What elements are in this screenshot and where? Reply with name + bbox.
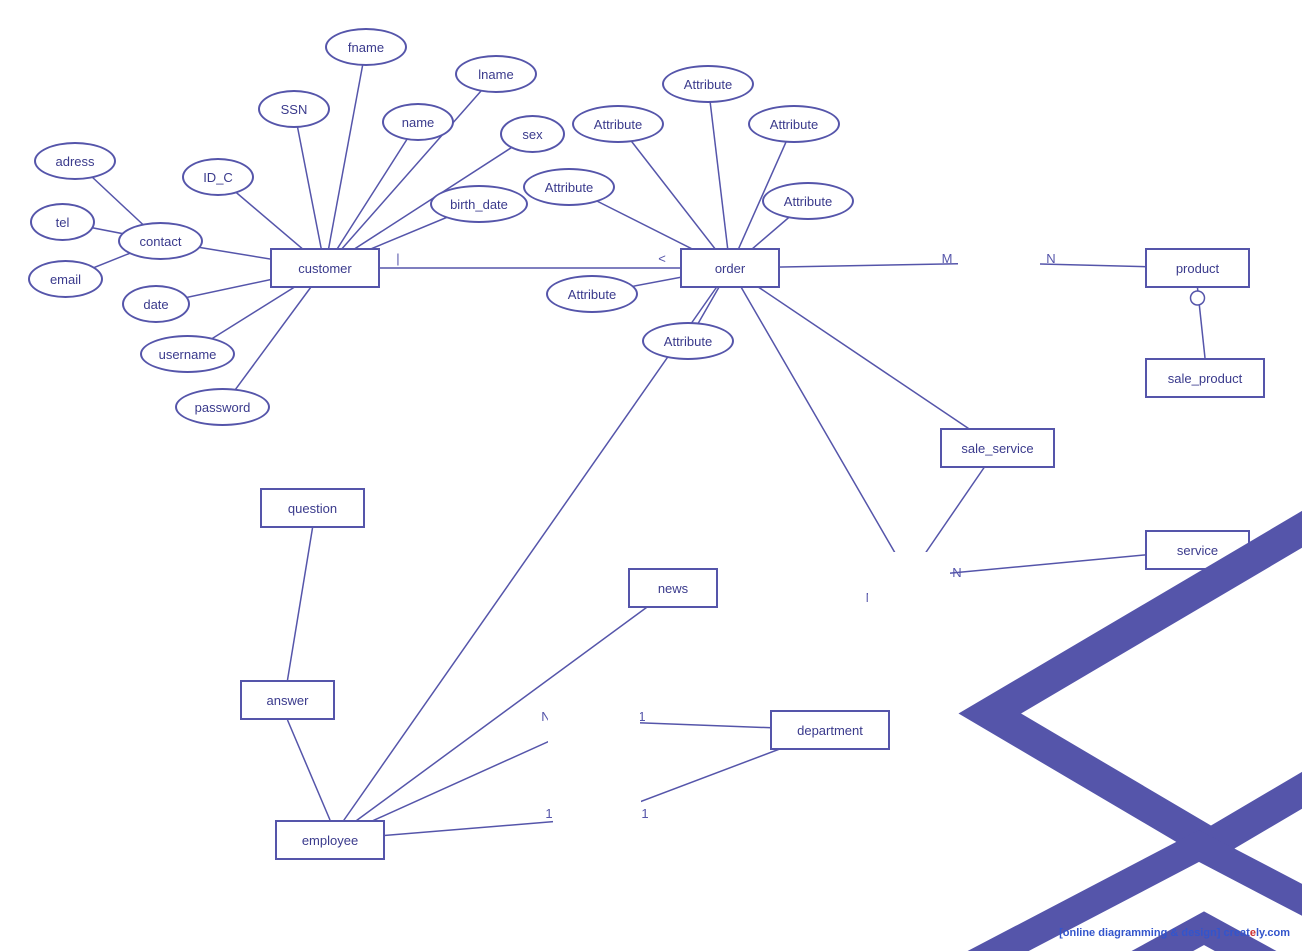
attr-contact-label: contact — [140, 234, 182, 249]
entity-employee: employee — [275, 820, 385, 860]
relationship-manage: manage — [553, 793, 641, 843]
attr-sex-label: sex — [522, 127, 542, 142]
relationship-list2: list — [868, 552, 950, 602]
relationship-work-for: work_for — [548, 696, 640, 746]
attr-password: password — [175, 388, 270, 426]
entity-customer: customer — [270, 248, 380, 288]
attr-date: date — [122, 285, 190, 323]
attr-sex: sex — [500, 115, 565, 153]
attr-id-c: ID_C — [182, 158, 254, 196]
entity-answer-label: answer — [267, 693, 309, 708]
attr-tel: tel — [30, 203, 95, 241]
attr-ssn: SSN — [258, 90, 330, 128]
watermark-suffix: .com — [1264, 927, 1290, 939]
entity-customer-label: customer — [298, 261, 351, 276]
attr-adress: adress — [34, 142, 116, 180]
attr-birth-date: birth_date — [430, 185, 528, 223]
attr-order-7: Attribute — [642, 322, 734, 360]
attr-name-label: name — [402, 115, 435, 130]
attr-lname-label: lname — [478, 67, 513, 82]
attr-lname: lname — [455, 55, 537, 93]
entity-news: news — [628, 568, 718, 608]
entity-order-label: order — [715, 261, 745, 276]
attr-order-7-label: Attribute — [664, 334, 712, 349]
svg-text:|: | — [396, 251, 399, 266]
attr-ssn-label: SSN — [281, 102, 308, 117]
attr-id-c-label: ID_C — [203, 170, 233, 185]
attr-fname: fname — [325, 28, 407, 66]
attr-order-2: Attribute — [662, 65, 754, 103]
er-diagram-canvas: |<MNMN1N11 customer order product sale_p… — [0, 0, 1302, 951]
attr-contact: contact — [118, 222, 203, 260]
attr-order-1-label: Attribute — [594, 117, 642, 132]
attr-username-label: username — [159, 347, 217, 362]
watermark-brand: creat — [1224, 927, 1250, 939]
attr-adress-label: adress — [55, 154, 94, 169]
attr-birth-date-label: birth_date — [450, 197, 508, 212]
attr-username: username — [140, 335, 235, 373]
svg-text:M: M — [942, 251, 953, 266]
attr-order-1: Attribute — [572, 105, 664, 143]
attr-order-6: Attribute — [546, 275, 638, 313]
attr-order-3-label: Attribute — [770, 117, 818, 132]
entity-question-label: question — [288, 501, 337, 516]
attr-order-4: Attribute — [762, 182, 854, 220]
attr-email-label: email — [50, 272, 81, 287]
attr-order-5: Attribute — [523, 168, 615, 206]
attr-fname-label: fname — [348, 40, 384, 55]
attr-order-5-label: Attribute — [545, 180, 593, 195]
attr-order-3: Attribute — [748, 105, 840, 143]
attr-tel-label: tel — [56, 215, 70, 230]
entity-answer: answer — [240, 680, 335, 720]
entity-question: question — [260, 488, 365, 528]
entity-order: order — [680, 248, 780, 288]
watermark-text: [online diagramming & design] — [1059, 927, 1220, 939]
attr-date-label: date — [143, 297, 168, 312]
entity-employee-label: employee — [302, 833, 358, 848]
attr-name: name — [382, 103, 454, 141]
watermark: [online diagramming & design] creately.c… — [1059, 927, 1290, 939]
relationship-list1: list — [958, 238, 1040, 288]
attr-password-label: password — [195, 400, 251, 415]
attr-order-4-label: Attribute — [784, 194, 832, 209]
attr-order-6-label: Attribute — [568, 287, 616, 302]
svg-text:<: < — [658, 251, 666, 266]
attr-email: email — [28, 260, 103, 298]
entity-news-label: news — [658, 581, 688, 596]
attr-order-2-label: Attribute — [684, 77, 732, 92]
